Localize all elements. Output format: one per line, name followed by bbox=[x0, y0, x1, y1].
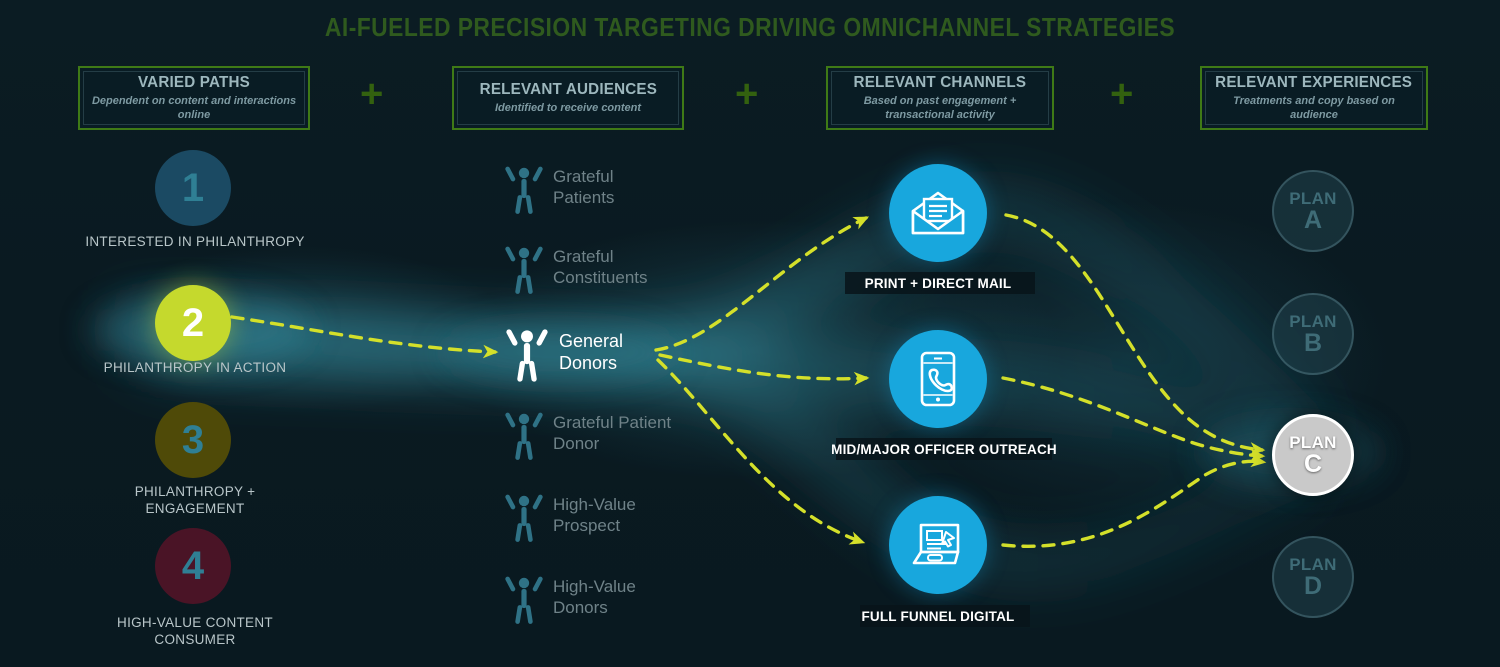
header-subtitle: Identified to receive content bbox=[494, 101, 642, 114]
channel-circle-print-direct-mail[interactable] bbox=[889, 164, 987, 262]
path-label-4: HIGH-VALUE CONTENT CONSUMER bbox=[117, 615, 273, 647]
plan-circle-b[interactable]: PLAN B bbox=[1272, 293, 1354, 375]
path-number: 4 bbox=[181, 543, 205, 588]
audience-item-grateful-patient-donor[interactable]: Grateful Patient Donor bbox=[505, 406, 673, 462]
plus-separator-1: + bbox=[360, 72, 384, 116]
path-circle-4[interactable]: 4 bbox=[155, 528, 231, 604]
plan-letter: C bbox=[1303, 449, 1323, 478]
channel-label-print-direct-mail: PRINT + DIRECT MAIL bbox=[864, 276, 1012, 291]
envelope-icon bbox=[911, 191, 965, 235]
flow-arrows bbox=[230, 213, 1267, 548]
plan-word: PLAN bbox=[1289, 432, 1337, 452]
header-title: RELEVANT AUDIENCES bbox=[479, 80, 657, 98]
header-subtitle: Dependent on content and interactions on… bbox=[91, 94, 297, 121]
audience-item-grateful-patients[interactable]: Grateful Patients bbox=[505, 160, 673, 216]
path-label-3: PHILANTHROPY + ENGAGEMENT bbox=[134, 484, 256, 516]
plan-circle-c[interactable]: PLAN C bbox=[1272, 414, 1354, 496]
arrow-digital-to-planc bbox=[1001, 453, 1267, 548]
arrow-audience-to-mid-major bbox=[658, 353, 870, 386]
header-subtitle: Treatments and copy based on audience bbox=[1233, 94, 1395, 121]
page-title: AI-FUELED PRECISION TARGETING DRIVING OM… bbox=[324, 12, 1176, 42]
header-title: RELEVANT EXPERIENCES bbox=[1215, 73, 1413, 91]
plan-letter: A bbox=[1303, 205, 1323, 234]
plus-separator-3: + bbox=[1110, 72, 1134, 116]
plus-separator-2: + bbox=[735, 72, 759, 116]
plan-word: PLAN bbox=[1289, 188, 1337, 208]
audience-label: High-Value Prospect bbox=[553, 495, 636, 535]
audience-label: Grateful Constituents bbox=[553, 247, 648, 287]
channel-circle-full-funnel-digital[interactable] bbox=[889, 496, 987, 594]
audience-item-general-donors[interactable]: General Donors bbox=[505, 322, 679, 384]
audience-label: General Donors bbox=[559, 331, 624, 373]
path-circle-3[interactable]: 3 bbox=[155, 402, 231, 478]
path-circle-2[interactable]: 2 bbox=[155, 285, 231, 361]
plan-word: PLAN bbox=[1289, 554, 1337, 574]
audience-item-high-value-donors[interactable]: High-Value Donors bbox=[505, 570, 673, 626]
infographic-canvas: AI-FUELED PRECISION TARGETING DRIVING OM… bbox=[0, 0, 1500, 667]
plan-letter: D bbox=[1303, 571, 1323, 600]
header-box-relevant-channels: RELEVANT CHANNELS Based on past engageme… bbox=[826, 66, 1054, 130]
arrow-print-to-planc bbox=[1004, 213, 1266, 456]
path-label-2: PHILANTHROPY IN ACTION bbox=[103, 360, 287, 375]
audience-item-high-value-prospect[interactable]: High-Value Prospect bbox=[505, 488, 673, 544]
header-title: VARIED PATHS bbox=[137, 73, 251, 91]
audience-label: Grateful Patients bbox=[553, 167, 615, 207]
path-circle-1[interactable]: 1 bbox=[155, 150, 231, 226]
header-box-relevant-experiences: RELEVANT EXPERIENCES Treatments and copy… bbox=[1200, 66, 1428, 130]
person-icon bbox=[505, 576, 543, 624]
person-icon bbox=[505, 246, 543, 294]
audience-item-grateful-constituents[interactable]: Grateful Constituents bbox=[505, 240, 673, 296]
header-box-relevant-audiences: RELEVANT AUDIENCES Identified to receive… bbox=[452, 66, 684, 130]
person-icon bbox=[506, 329, 548, 382]
header-title: RELEVANT CHANNELS bbox=[853, 73, 1027, 91]
laptop-icon bbox=[912, 523, 960, 565]
glow-highlights bbox=[90, 294, 1380, 486]
channel-circle-mid-major-outreach[interactable] bbox=[889, 330, 987, 428]
path-number: 2 bbox=[181, 300, 205, 345]
path-label-1: INTERESTED IN PHILANTHROPY bbox=[85, 234, 305, 249]
audience-label: Grateful Patient Donor bbox=[553, 413, 672, 453]
header-box-varied-paths: VARIED PATHS Dependent on content and in… bbox=[78, 66, 310, 130]
plan-circle-a[interactable]: PLAN A bbox=[1272, 170, 1354, 252]
path-number: 1 bbox=[181, 165, 205, 210]
person-icon bbox=[505, 412, 543, 460]
plan-word: PLAN bbox=[1289, 311, 1337, 331]
plan-circle-d[interactable]: PLAN D bbox=[1272, 536, 1354, 618]
arrow-path2-to-general-donors bbox=[230, 315, 499, 359]
audience-label: High-Value Donors bbox=[553, 577, 636, 617]
header-subtitle: Based on past engagement + transactional… bbox=[863, 94, 1017, 121]
mobile-phone-icon bbox=[920, 351, 956, 407]
path-number: 3 bbox=[181, 417, 205, 462]
person-icon bbox=[505, 166, 543, 214]
plan-letter: B bbox=[1303, 328, 1323, 357]
person-icon bbox=[505, 494, 543, 542]
channel-label-full-funnel-digital: FULL FUNNEL DIGITAL bbox=[861, 609, 1015, 624]
channel-label-mid-major-outreach: MID/MAJOR OFFICER OUTREACH bbox=[831, 442, 1057, 457]
